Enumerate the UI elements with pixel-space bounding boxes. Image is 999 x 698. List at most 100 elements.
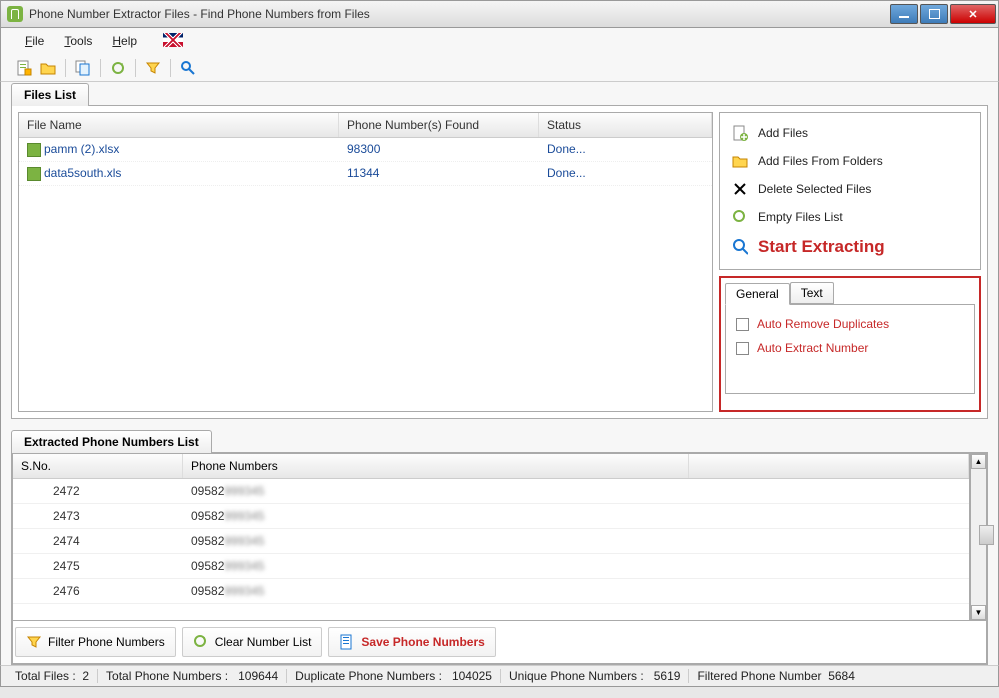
- tab-text[interactable]: Text: [790, 282, 834, 304]
- filter-icon: [26, 634, 42, 650]
- delete-selected-button[interactable]: Delete Selected Files: [724, 175, 976, 203]
- bottom-buttons: Filter Phone Numbers Clear Number List S…: [12, 621, 987, 664]
- toolbar-refresh-icon[interactable]: [109, 59, 127, 77]
- menu-file[interactable]: File: [15, 31, 54, 51]
- vertical-scrollbar[interactable]: ▲ ▼: [970, 453, 987, 621]
- window-title: Phone Number Extractor Files - Find Phon…: [29, 7, 888, 21]
- toolbar-add-folder-icon[interactable]: [39, 59, 57, 77]
- delete-icon: [732, 181, 748, 197]
- toolbar-separator: [65, 59, 66, 77]
- status-unique-phone-numbers: Unique Phone Numbers : 5619: [501, 669, 689, 683]
- files-list-tab-header: Files List: [11, 82, 988, 105]
- add-files-button[interactable]: Add Files: [724, 119, 976, 147]
- tab-extracted-list[interactable]: Extracted Phone Numbers List: [11, 430, 212, 453]
- extracted-table[interactable]: S.No. Phone Numbers 24720958299934524730…: [12, 453, 970, 621]
- uk-flag-icon: [163, 33, 183, 47]
- add-files-from-folders-button[interactable]: Add Files From Folders: [724, 147, 976, 175]
- extracted-body: S.No. Phone Numbers 24720958299934524730…: [11, 452, 988, 665]
- scroll-down-button[interactable]: ▼: [971, 605, 986, 620]
- file-found-cell: 98300: [339, 140, 539, 159]
- empty-list-label: Empty Files List: [758, 210, 843, 224]
- status-bar: Total Files : 2 Total Phone Numbers : 10…: [0, 665, 999, 687]
- menu-tools[interactable]: Tools: [54, 31, 102, 51]
- excel-file-icon: [27, 143, 41, 157]
- file-status-cell: Done...: [539, 140, 712, 159]
- filter-phone-numbers-button[interactable]: Filter Phone Numbers: [15, 627, 176, 657]
- extracted-row[interactable]: 247409582999345: [13, 529, 969, 554]
- empty-icon: [732, 209, 748, 225]
- auto-remove-dup-label: Auto Remove Duplicates: [757, 317, 889, 331]
- status-duplicate-phone-numbers: Duplicate Phone Numbers : 104025: [287, 669, 501, 683]
- close-button[interactable]: [950, 4, 996, 24]
- phone-number-cell: 09582999345: [183, 554, 969, 578]
- add-folder-icon: [732, 153, 748, 169]
- toolbar-add-file-icon[interactable]: [15, 59, 33, 77]
- auto-remove-duplicates-checkbox[interactable]: Auto Remove Duplicates: [736, 317, 964, 331]
- menu-file-label: ile: [32, 34, 44, 48]
- file-name-cell: pamm (2).xlsx: [44, 142, 119, 156]
- toolbar-filter-icon[interactable]: [144, 59, 162, 77]
- checkbox-icon: [736, 318, 749, 331]
- delete-selected-label: Delete Selected Files: [758, 182, 871, 196]
- window-controls: [888, 4, 996, 24]
- file-name-cell: data5south.xls: [44, 166, 121, 180]
- extracted-row[interactable]: 247509582999345: [13, 554, 969, 579]
- file-row[interactable]: pamm (2).xlsx 98300 Done...: [19, 138, 712, 162]
- start-extracting-button[interactable]: Start Extracting: [724, 231, 976, 263]
- toolbar-separator: [170, 59, 171, 77]
- header-empty: [689, 454, 969, 478]
- menu-tools-label: ools: [70, 34, 92, 48]
- files-list-body: File Name Phone Number(s) Found Status p…: [11, 105, 988, 419]
- extracted-row[interactable]: 247209582999345: [13, 479, 969, 504]
- file-found-cell: 11344: [339, 164, 539, 183]
- toolbar-separator: [135, 59, 136, 77]
- clear-number-list-button[interactable]: Clear Number List: [182, 627, 323, 657]
- sno-cell: 2474: [13, 529, 183, 553]
- toolbar-separator: [100, 59, 101, 77]
- header-phone-found[interactable]: Phone Number(s) Found: [339, 113, 539, 137]
- save-label: Save Phone Numbers: [361, 635, 484, 649]
- scroll-up-button[interactable]: ▲: [971, 454, 986, 469]
- checkbox-icon: [736, 342, 749, 355]
- extracted-panel: Extracted Phone Numbers List S.No. Phone…: [11, 429, 988, 665]
- files-table[interactable]: File Name Phone Number(s) Found Status p…: [18, 112, 713, 412]
- save-icon: [339, 634, 355, 650]
- tab-general[interactable]: General: [725, 283, 790, 305]
- menubar: File Tools Help: [0, 28, 999, 54]
- start-extracting-label: Start Extracting: [758, 237, 885, 257]
- tab-files-list[interactable]: Files List: [11, 83, 89, 106]
- file-status-cell: Done...: [539, 164, 712, 183]
- app-icon: [7, 6, 23, 22]
- scroll-thumb[interactable]: [979, 525, 994, 545]
- empty-files-list-button[interactable]: Empty Files List: [724, 203, 976, 231]
- save-phone-numbers-button[interactable]: Save Phone Numbers: [328, 627, 495, 657]
- maximize-button[interactable]: [920, 4, 948, 24]
- add-files-label: Add Files: [758, 126, 808, 140]
- phone-number-cell: 09582999345: [183, 479, 969, 503]
- header-sno[interactable]: S.No.: [13, 454, 183, 478]
- minimize-button[interactable]: [890, 4, 918, 24]
- toolbar-search-icon[interactable]: [179, 59, 197, 77]
- files-table-header: File Name Phone Number(s) Found Status: [19, 113, 712, 138]
- sno-cell: 2473: [13, 504, 183, 528]
- options-box: General Text Auto Remove Duplicates Auto…: [719, 276, 981, 412]
- extracted-row[interactable]: 247609582999345: [13, 579, 969, 604]
- phone-number-cell: 09582999345: [183, 504, 969, 528]
- auto-extract-number-checkbox[interactable]: Auto Extract Number: [736, 341, 964, 355]
- header-phone-numbers[interactable]: Phone Numbers: [183, 454, 689, 478]
- side-actions: Add Files Add Files From Folders Delete …: [719, 112, 981, 412]
- phone-number-cell: 09582999345: [183, 579, 969, 603]
- language-button[interactable]: [147, 30, 193, 53]
- header-status[interactable]: Status: [539, 113, 712, 137]
- toolbar-copy-icon[interactable]: [74, 59, 92, 77]
- clear-label: Clear Number List: [215, 635, 312, 649]
- header-file-name[interactable]: File Name: [19, 113, 339, 137]
- files-panel: File Name Phone Number(s) Found Status p…: [18, 112, 981, 412]
- sno-cell: 2472: [13, 479, 183, 503]
- file-row[interactable]: data5south.xls 11344 Done...: [19, 162, 712, 186]
- excel-file-icon: [27, 167, 41, 181]
- extracted-row[interactable]: 247309582999345: [13, 504, 969, 529]
- window-titlebar: Phone Number Extractor Files - Find Phon…: [0, 0, 999, 28]
- menu-help[interactable]: Help: [102, 31, 147, 51]
- extracted-table-header: S.No. Phone Numbers: [13, 454, 969, 479]
